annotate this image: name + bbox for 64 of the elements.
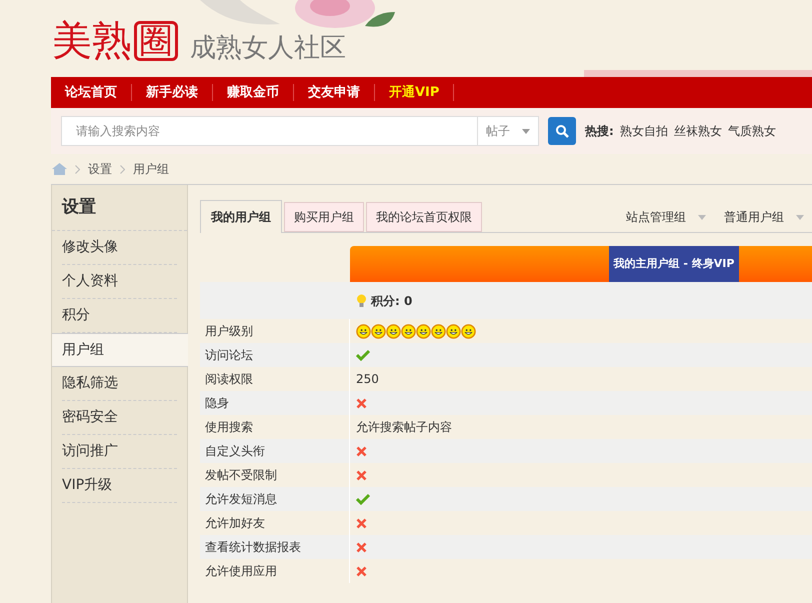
smiley-icon [431, 324, 446, 338]
smiley-icon [461, 324, 476, 338]
chevron-icon [120, 164, 125, 174]
cross-icon [356, 542, 367, 552]
site-tagline: 成熟女人社区 [190, 35, 346, 61]
group-dropdown[interactable]: 站点管理组 [626, 202, 706, 232]
smiley-icon [416, 324, 431, 338]
permission-label: 允许发短消息 [200, 487, 350, 511]
sidebar-item[interactable]: 用户组 [52, 333, 188, 367]
tab[interactable]: 购买用户组 [284, 202, 364, 232]
nav-link[interactable]: 交友申请 [294, 84, 375, 101]
cross-icon [356, 446, 367, 456]
nav-link[interactable]: 论坛首页 [51, 84, 132, 101]
lightbulb-icon [356, 294, 367, 308]
check-icon [356, 493, 370, 505]
search-icon [555, 124, 569, 138]
permission-label: 访问论坛 [200, 343, 350, 367]
logo-text: 圈 [134, 21, 178, 61]
tab[interactable]: 我的用户组 [200, 200, 282, 233]
hot-search-link[interactable]: 气质熟女 [728, 122, 776, 140]
logo-text: 美熟 [52, 21, 132, 61]
permission-label: 查看统计数据报表 [200, 535, 350, 559]
permission-label: 隐身 [200, 391, 350, 415]
hot-search-link[interactable]: 丝袜熟女 [674, 122, 722, 140]
tab[interactable]: 我的论坛首页权限 [366, 202, 482, 232]
caret-icon [796, 214, 804, 220]
hot-search-link[interactable]: 熟女自拍 [620, 122, 668, 140]
caret-icon [522, 128, 530, 134]
sidebar-item[interactable]: 访问推广 [62, 435, 177, 469]
search-button[interactable] [548, 117, 576, 145]
search-scope-select[interactable]: 帖子 [478, 116, 539, 146]
nav-link[interactable]: 赚取金币 [213, 84, 294, 101]
smiley-icon [446, 324, 461, 338]
caret-icon [698, 214, 706, 220]
cross-icon [356, 470, 367, 480]
cross-icon [356, 398, 367, 408]
sidebar-item[interactable]: 修改头像 [62, 231, 177, 265]
permission-label: 自定义头衔 [200, 439, 350, 463]
cross-icon [356, 566, 367, 576]
chevron-icon [75, 164, 80, 174]
sidebar-item[interactable]: 隐私筛选 [62, 367, 177, 401]
check-icon [356, 349, 370, 361]
permission-label: 允许使用应用 [200, 559, 350, 583]
points-text: 积分: 0 [371, 292, 412, 310]
search-field[interactable]: 请输入搜索内容 [61, 116, 478, 146]
group-dropdown[interactable]: 普通用户组 [724, 202, 804, 232]
smiley-icon [386, 324, 401, 338]
breadcrumb-link[interactable]: 用户组 [133, 160, 169, 178]
sidebar-title: 设置 [52, 185, 187, 231]
breadcrumb-link[interactable]: 设置 [88, 160, 112, 178]
value-text: 允许搜索帖子内容 [356, 419, 452, 436]
group-header: 我的主用户组 - 终身VIP [609, 246, 739, 282]
sidebar-item[interactable]: 个人资料 [62, 265, 177, 299]
cross-icon [356, 518, 367, 528]
hot-search-label: 热搜: [585, 123, 614, 140]
smiley-icon [356, 324, 371, 338]
smiley-icon [371, 324, 386, 338]
home-icon [52, 163, 67, 175]
sidebar-item[interactable]: VIP升级 [62, 469, 177, 503]
smiley-icon [401, 324, 416, 338]
nav-link[interactable]: 开通VIP [375, 84, 454, 101]
value-text: 250 [356, 371, 379, 388]
sidebar-item[interactable]: 密码安全 [62, 401, 177, 435]
nav-link[interactable]: 新手必读 [132, 84, 213, 101]
